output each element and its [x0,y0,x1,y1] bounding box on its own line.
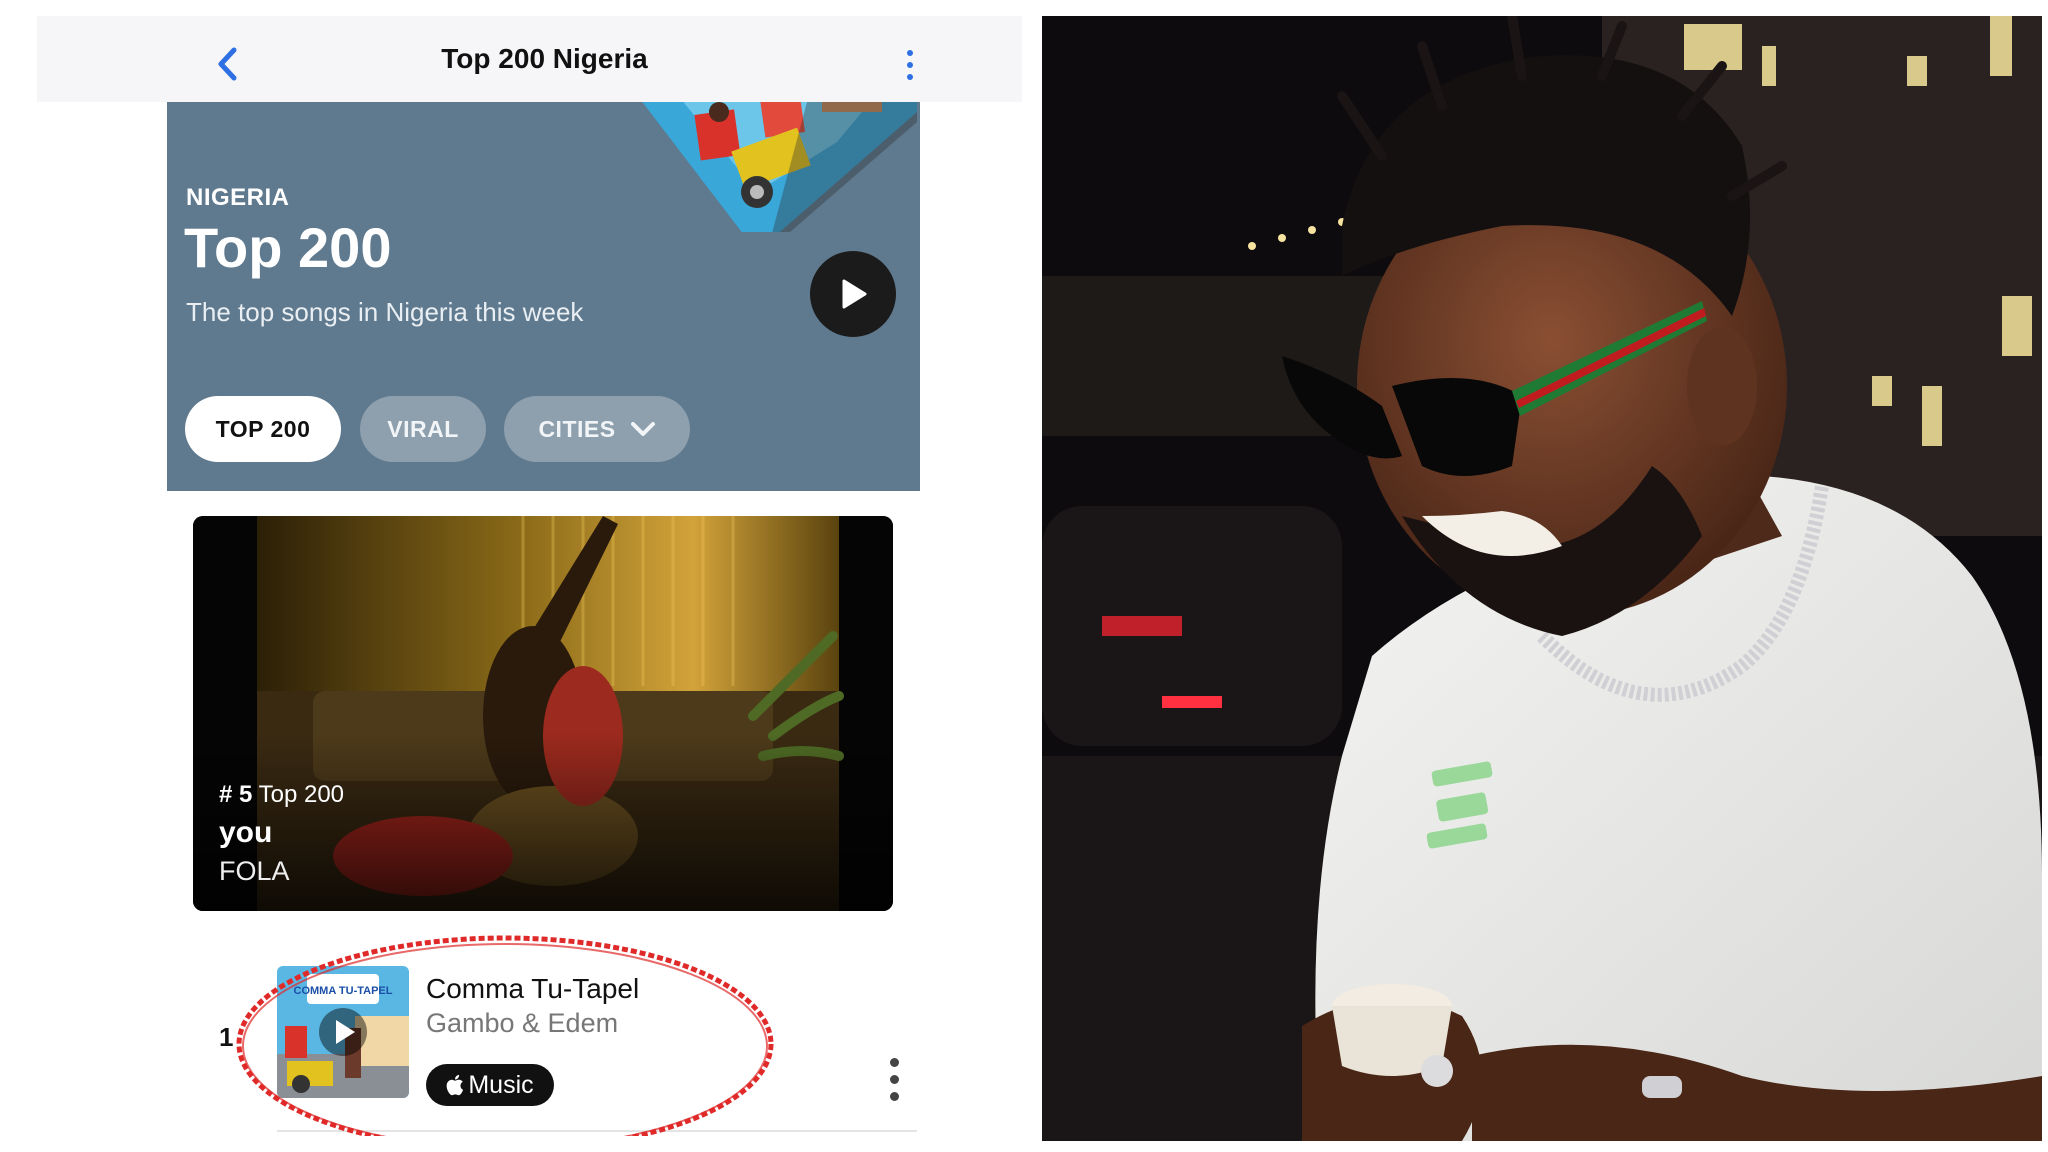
chevron-down-icon [630,422,655,436]
app-screenshot: Top 200 Nigeria NIGERIA Top 200 The top … [37,16,1022,1136]
play-icon [842,279,867,309]
play-chart-button[interactable] [810,251,896,337]
apple-logo-icon [446,1074,464,1096]
cover-art-lettering: COMMA TU-TAPEL [294,985,393,997]
photo-scene [1042,16,2042,1141]
artist-photo [1042,16,2042,1141]
tab-top-200[interactable]: TOP 200 [185,396,341,462]
featured-video-thumbnail [193,516,893,911]
featured-song-title: you [219,816,273,849]
tab-viral[interactable]: VIRAL [360,396,486,462]
track-more-button[interactable] [882,1052,906,1106]
tab-cities-label: CITIES [538,415,616,442]
featured-rank-number: # 5 [219,781,253,808]
chart-country-label: NIGERIA [186,184,290,211]
featured-artist: FOLA [219,856,290,886]
chart-hero-banner: NIGERIA Top 200 The top songs in Nigeria… [167,102,920,491]
featured-rank: # 5 Top 200 [219,781,344,809]
track-cover-art: COMMA TU-TAPEL [277,966,409,1098]
chart-subtitle: The top songs in Nigeria this week [186,297,584,327]
divider [277,1130,917,1132]
track-artwork-play-button[interactable]: COMMA TU-TAPEL [277,966,409,1098]
track-title: Comma Tu-Tapel [426,973,640,1004]
chart-cover-artwork [642,102,917,232]
more-vertical-icon [907,50,913,56]
chart-title: Top 200 [184,216,392,279]
featured-video-card[interactable]: # 5 Top 200 you FOLA [193,516,893,911]
apple-music-label: Music [468,1070,534,1099]
navigation-bar: Top 200 Nigeria [37,16,1022,102]
track-rank: 1 [219,1022,234,1052]
featured-rank-chart: Top 200 [258,781,345,808]
track-artist: Gambo & Edem [426,1008,619,1038]
apple-music-button[interactable]: Music [426,1064,554,1106]
page-title: Top 200 Nigeria [441,43,648,74]
chart-list-item[interactable]: 1 COMMA TU-TAPEL Comma Tu-Tapel Gambo & … [197,946,917,1132]
tab-cities[interactable]: CITIES [504,396,690,462]
more-options-button[interactable] [895,44,925,86]
more-vertical-icon [889,1057,899,1067]
